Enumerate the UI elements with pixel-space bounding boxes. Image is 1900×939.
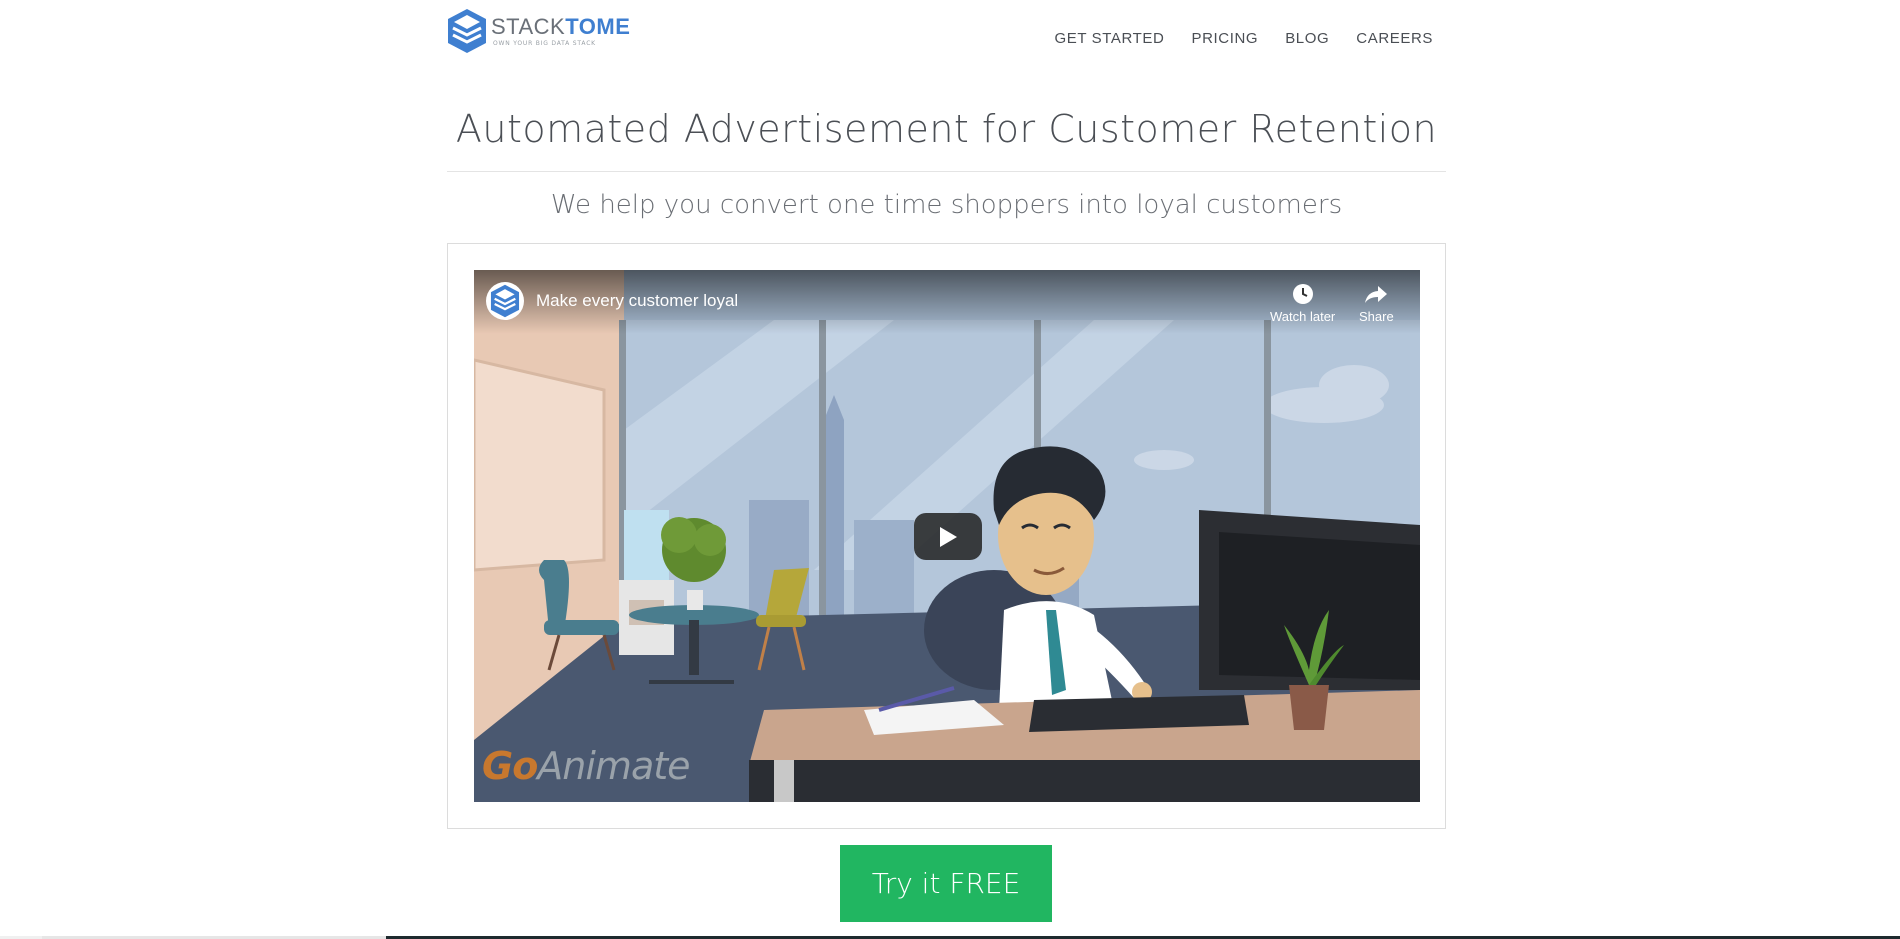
watch-later-button[interactable]: Watch later [1270,283,1335,324]
nav-careers[interactable]: CAREERS [1356,30,1433,47]
video-player[interactable]: Make every customer loyal Watch later Sh… [474,270,1420,802]
page-subheadline: We help you convert one time shoppers in… [550,190,1343,220]
play-button[interactable] [914,513,982,560]
video-frame: Make every customer loyal Watch later Sh… [447,243,1446,829]
nav-blog[interactable]: BLOG [1285,30,1329,47]
play-icon [940,526,957,547]
stacktome-logo-icon [448,9,486,53]
headline-divider [447,171,1446,172]
share-label: Share [1359,309,1394,324]
watch-later-label: Watch later [1270,309,1336,324]
logo-text: STACKTOME OWN YOUR BIG DATA STACK [491,16,630,48]
watermark-go: Go [482,744,538,788]
stacktome-logo[interactable]: STACKTOME OWN YOUR BIG DATA STACK [447,8,630,54]
main-nav: GET STARTED PRICING BLOG CAREERS [1055,30,1433,47]
logo-word-stack: STACK [491,14,566,39]
site-header: STACKTOME OWN YOUR BIG DATA STACK GET ST… [447,0,1446,72]
try-free-button[interactable]: Try it FREE [840,845,1052,922]
nav-pricing[interactable]: PRICING [1191,30,1258,47]
nav-get-started[interactable]: GET STARTED [1055,30,1165,47]
logo-tagline: OWN YOUR BIG DATA STACK [493,40,596,47]
channel-avatar[interactable] [486,282,524,320]
logo-wordmark: STACKTOME [491,16,630,38]
logo-word-tome: TOME [565,14,631,39]
share-button[interactable]: Share [1359,283,1394,324]
page: STACKTOME OWN YOUR BIG DATA STACK GET ST… [0,0,1900,939]
video-title[interactable]: Make every customer loyal [536,291,738,311]
watermark-animate: Animate [537,744,690,788]
stacktome-logo-icon [490,284,520,318]
share-icon [1365,286,1388,303]
page-headline: Automated Advertisement for Customer Ret… [455,107,1438,151]
clock-icon [1292,284,1313,304]
goanimate-watermark: GoAnimate [482,744,691,788]
